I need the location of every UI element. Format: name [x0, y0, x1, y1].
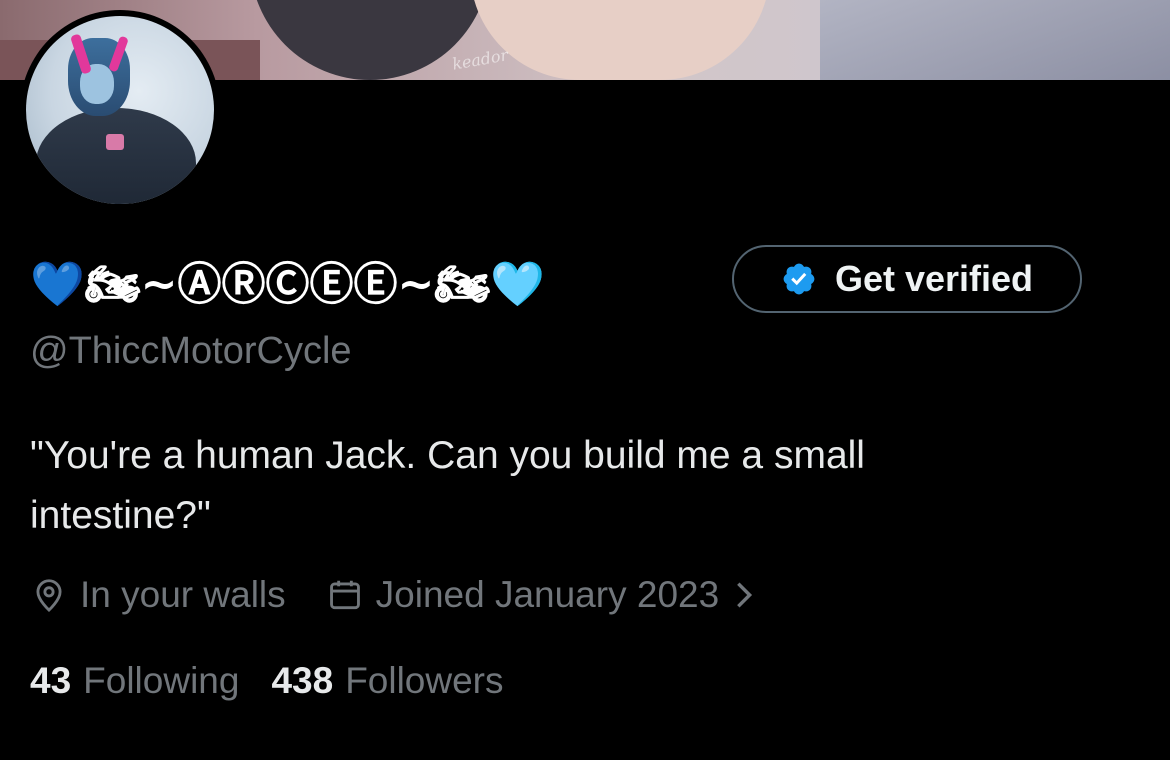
chevron-right-icon	[737, 582, 753, 608]
profile-meta: In your walls Joined January 2023	[30, 570, 757, 620]
banner-art	[820, 0, 1170, 80]
following-link[interactable]: 43 Following	[30, 660, 239, 702]
joined-text: Joined January 2023	[375, 574, 720, 615]
avatar-art	[36, 108, 196, 204]
followers-label: Followers	[345, 660, 504, 701]
calendar-icon	[329, 580, 360, 610]
avatar-image	[26, 16, 214, 204]
followers-link[interactable]: 438 Followers	[271, 660, 503, 702]
verified-badge-icon	[783, 263, 815, 295]
avatar[interactable]	[20, 10, 220, 210]
avatar-art	[106, 134, 124, 150]
joined-item[interactable]: Joined January 2023	[326, 574, 758, 616]
display-name-row: 💙🏍~ⒶⓇⒸⒺⒺ~🏍🩵	[30, 244, 545, 316]
username-handle: @ThiccMotorCycle	[30, 330, 352, 372]
location-text: In your walls	[80, 574, 286, 615]
get-verified-button[interactable]: Get verified	[732, 245, 1082, 313]
banner-art	[470, 0, 770, 80]
get-verified-label: Get verified	[834, 258, 1034, 299]
display-name: 💙🏍~ⒶⓇⒸⒺⒺ~🏍🩵	[30, 259, 546, 310]
following-label: Following	[83, 660, 240, 701]
profile-bio: "You're a human Jack. Can you build me a…	[30, 434, 865, 537]
location-pin-icon	[36, 579, 62, 612]
follow-stats: 43 Following 438 Followers	[30, 656, 504, 706]
banner-watermark: keador	[450, 45, 510, 74]
followers-count: 438	[271, 660, 334, 701]
following-count: 43	[30, 660, 72, 701]
location-item: In your walls	[30, 574, 286, 616]
